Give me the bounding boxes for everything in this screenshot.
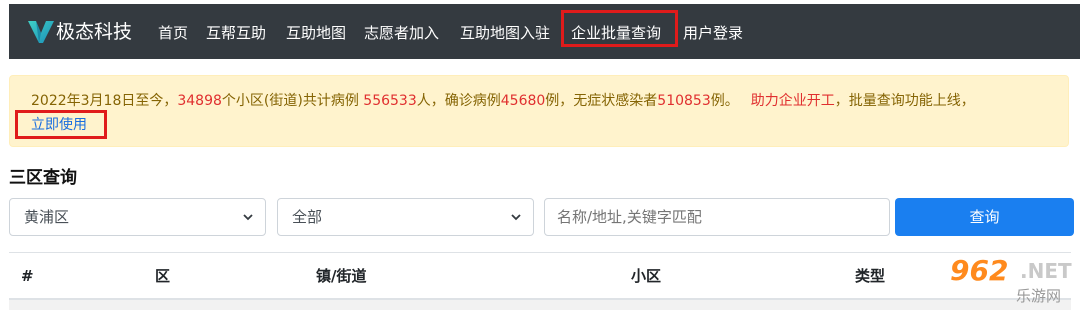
nav-item-mutual-help[interactable]: 互帮互助 bbox=[206, 24, 266, 42]
keyword-search-input[interactable] bbox=[544, 198, 890, 236]
nav-item-user-login[interactable]: 用户登录 bbox=[683, 24, 743, 42]
col-header-index: # bbox=[21, 267, 34, 285]
table-top-border bbox=[9, 252, 1071, 253]
watermark-number: 962 bbox=[950, 254, 1009, 287]
site-watermark: 962 .NET 乐游网 bbox=[940, 254, 1078, 308]
top-navbar: 极态科技 首页 互帮互助 互助地图 志愿者加入 互助地图入驻 企业批量查询 用户… bbox=[9, 4, 1080, 59]
total-cases: 556533 bbox=[358, 93, 417, 109]
highlight-box-link bbox=[15, 110, 107, 139]
nav-item-help-map[interactable]: 互助地图 bbox=[286, 24, 346, 42]
info-alert: 2022年3月18日至今，34898个小区(街道)共计病例 556533人，确诊… bbox=[9, 75, 1069, 147]
community-count: 34898 bbox=[177, 93, 222, 109]
highlight-box-nav bbox=[561, 10, 678, 47]
asymptomatic-count: 510853 bbox=[657, 93, 711, 109]
promo-highlight: 助力企业开工 bbox=[750, 93, 835, 109]
total-suffix: 人，确诊病例 bbox=[416, 93, 501, 109]
col-header-type: 类型 bbox=[855, 267, 886, 285]
query-button[interactable]: 查询 bbox=[895, 198, 1074, 236]
scope-select-value: 全部 bbox=[292, 208, 323, 226]
alert-date: 2022年3月18日至今， bbox=[31, 93, 178, 109]
table-row bbox=[9, 300, 1071, 310]
brand-name[interactable]: 极态科技 bbox=[56, 21, 132, 43]
section-title: 三区查询 bbox=[9, 168, 77, 188]
nav-item-help-map-enroll[interactable]: 互助地图入驻 bbox=[460, 24, 550, 42]
district-select-value: 黄浦区 bbox=[24, 208, 70, 226]
district-select[interactable]: 黄浦区 bbox=[9, 198, 266, 236]
alert-stats-text: 2022年3月18日至今，34898个小区(街道)共计病例 556533人，确诊… bbox=[31, 92, 975, 110]
promo-text: ，批量查询功能上线， bbox=[834, 93, 975, 109]
logo-icon bbox=[28, 21, 54, 43]
chevron-down-icon bbox=[243, 214, 253, 221]
confirmed-count: 45680 bbox=[500, 93, 546, 109]
nav-item-home[interactable]: 首页 bbox=[158, 24, 188, 42]
scope-select[interactable]: 全部 bbox=[277, 198, 534, 236]
nav-item-volunteer-join[interactable]: 志愿者加入 bbox=[364, 24, 439, 42]
community-text: 个小区(街道)共计病例 bbox=[221, 93, 359, 109]
col-header-district: 区 bbox=[155, 267, 171, 285]
watermark-net: .NET bbox=[1020, 259, 1072, 283]
watermark-sub: 乐游网 bbox=[1016, 287, 1062, 305]
col-header-street: 镇/街道 bbox=[316, 267, 367, 285]
confirmed-suffix: 例，无症状感染者 bbox=[545, 93, 658, 109]
chevron-down-icon bbox=[511, 214, 521, 221]
col-header-community: 小区 bbox=[631, 267, 662, 285]
asymptomatic-suffix: 例。 bbox=[710, 93, 739, 109]
